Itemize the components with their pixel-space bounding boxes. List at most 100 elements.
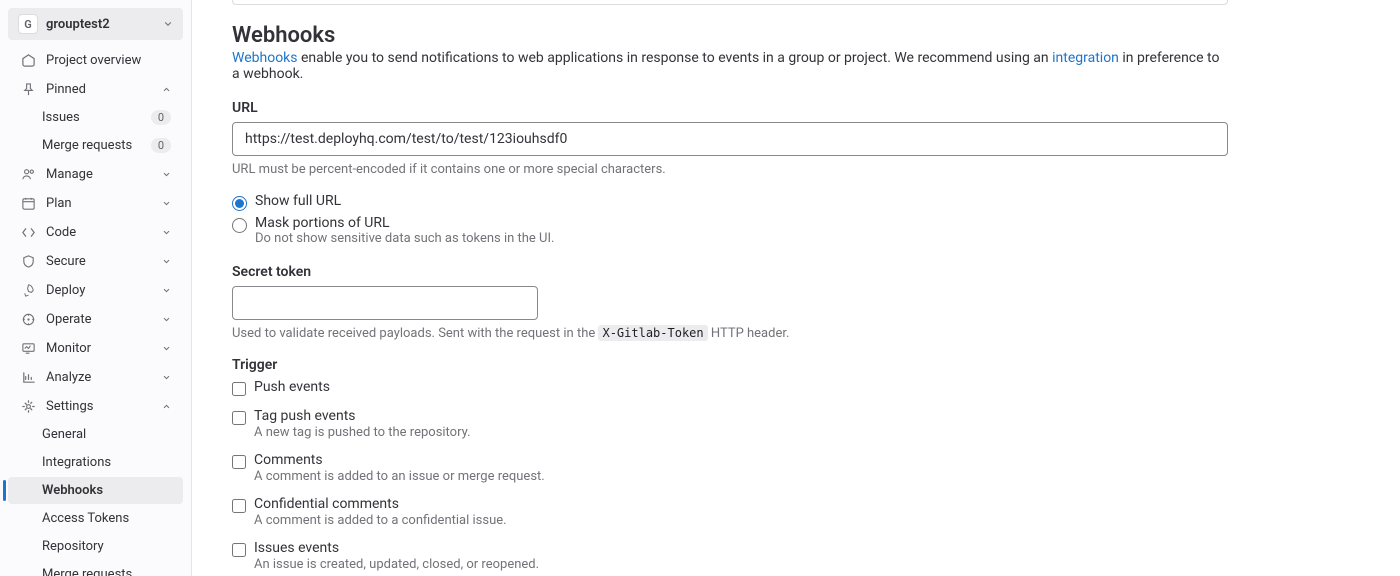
sidebar-item-overview[interactable]: Project overview	[8, 46, 183, 74]
sidebar-item-general[interactable]: General	[8, 421, 183, 448]
sidebar-item-monitor[interactable]: Monitor	[8, 334, 183, 362]
monitor-icon	[20, 340, 36, 356]
sidebar-item-label: Analyze	[46, 370, 158, 385]
gear-icon	[20, 398, 36, 414]
trigger-checkbox-3[interactable]	[232, 499, 246, 513]
chevron-down-icon	[162, 315, 171, 324]
trigger-help: A comment is added to a confidential iss…	[254, 513, 1228, 528]
sidebar-item-label: Webhooks	[42, 483, 171, 498]
desc-text: enable you to send notifications to web …	[298, 50, 1053, 66]
chevron-down-icon	[162, 199, 171, 208]
context-switcher[interactable]: G grouptest2	[8, 8, 183, 40]
webhooks-help-link[interactable]: Webhooks	[232, 50, 298, 66]
trigger-label: Push events	[254, 379, 1228, 395]
sidebar-item-label: Integrations	[42, 455, 171, 470]
chevron-down-icon	[163, 19, 173, 29]
overview-icon	[20, 52, 36, 68]
show-full-url-radio[interactable]	[232, 196, 247, 211]
chevron-up-icon	[162, 402, 171, 411]
secret-token-input[interactable]	[232, 286, 538, 320]
sidebar-item-label: Secure	[46, 254, 158, 269]
sidebar-item-label: Code	[46, 225, 158, 240]
sidebar: G grouptest2 Project overview Pinned Iss…	[0, 0, 192, 576]
rocket-icon	[20, 282, 36, 298]
sidebar-item-settings[interactable]: Settings	[8, 392, 183, 420]
trigger-label: Issues events	[254, 540, 1228, 556]
url-display-radio-group: Show full URL Mask portions of URL Do no…	[232, 191, 1228, 248]
sidebar-item-deploy[interactable]: Deploy	[8, 276, 183, 304]
count-badge: 0	[151, 138, 171, 153]
url-label: URL	[232, 100, 1228, 116]
context-avatar: G	[18, 14, 38, 34]
sidebar-item-access-tokens[interactable]: Access Tokens	[8, 505, 183, 532]
sidebar-item-label: Plan	[46, 196, 158, 211]
chart-icon	[20, 369, 36, 385]
collapsed-card	[232, 0, 1228, 5]
sidebar-item-label: Pinned	[46, 82, 158, 97]
sidebar-item-label: Project overview	[46, 53, 171, 68]
sidebar-item-secure[interactable]: Secure	[8, 247, 183, 275]
sidebar-item-integrations[interactable]: Integrations	[8, 449, 183, 476]
sidebar-item-label: Repository	[42, 539, 171, 554]
trigger-label: Trigger	[232, 357, 1228, 373]
sidebar-item-label: Settings	[46, 399, 158, 414]
shield-icon	[20, 253, 36, 269]
trigger-label: Tag push events	[254, 408, 1228, 424]
chevron-down-icon	[162, 344, 171, 353]
sidebar-item-label: Operate	[46, 312, 158, 327]
sidebar-item-issues[interactable]: Issues 0	[8, 104, 183, 131]
page-title: Webhooks	[232, 23, 1228, 48]
url-input[interactable]	[232, 122, 1228, 156]
trigger-help: An issue is created, updated, closed, or…	[254, 557, 1228, 572]
users-icon	[20, 166, 36, 182]
sidebar-item-label: Monitor	[46, 341, 158, 356]
sidebar-item-settings-merge-requests[interactable]: Merge requests	[8, 561, 183, 576]
secret-token-label: Secret token	[232, 264, 1228, 280]
sidebar-item-label: General	[42, 427, 171, 442]
sidebar-item-operate[interactable]: Operate	[8, 305, 183, 333]
trigger-checkbox-0[interactable]	[232, 382, 246, 396]
radio-help: Do not show sensitive data such as token…	[255, 231, 1228, 246]
code-icon	[20, 224, 36, 240]
trigger-help: A new tag is pushed to the repository.	[254, 425, 1228, 440]
trigger-checkbox-4[interactable]	[232, 543, 246, 557]
trigger-checkbox-2[interactable]	[232, 455, 246, 469]
trigger-label: Comments	[254, 452, 1228, 468]
chevron-down-icon	[162, 170, 171, 179]
sidebar-item-repository[interactable]: Repository	[8, 533, 183, 560]
radio-label: Show full URL	[255, 193, 1228, 209]
header-code: X-Gitlab-Token	[598, 325, 707, 341]
integration-link[interactable]: integration	[1052, 50, 1119, 66]
chevron-down-icon	[162, 257, 171, 266]
sidebar-item-analyze[interactable]: Analyze	[8, 363, 183, 391]
sidebar-item-code[interactable]: Code	[8, 218, 183, 246]
sidebar-item-label: Manage	[46, 167, 158, 182]
pin-icon	[20, 81, 36, 97]
sidebar-item-label: Access Tokens	[42, 511, 171, 526]
secret-help: Used to validate received payloads. Sent…	[232, 326, 1228, 341]
sidebar-item-webhooks[interactable]: Webhooks	[8, 477, 183, 504]
sidebar-item-label: Deploy	[46, 283, 158, 298]
url-help: URL must be percent-encoded if it contai…	[232, 162, 1228, 177]
calendar-icon	[20, 195, 36, 211]
count-badge: 0	[151, 110, 171, 125]
trigger-label: Confidential comments	[254, 496, 1228, 512]
sidebar-item-label: Merge requests	[42, 138, 151, 153]
mask-url-radio[interactable]	[232, 218, 247, 233]
trigger-checkbox-1[interactable]	[232, 411, 246, 425]
chevron-down-icon	[162, 228, 171, 237]
chevron-down-icon	[162, 286, 171, 295]
sidebar-item-merge-requests[interactable]: Merge requests 0	[8, 132, 183, 159]
main-content: Webhooks Webhooks enable you to send not…	[192, 0, 1400, 576]
chevron-down-icon	[162, 373, 171, 382]
trigger-help: A comment is added to an issue or merge …	[254, 469, 1228, 484]
sidebar-item-plan[interactable]: Plan	[8, 189, 183, 217]
sidebar-section-pinned[interactable]: Pinned	[8, 75, 183, 103]
help-text: HTTP header.	[708, 326, 790, 341]
sidebar-item-manage[interactable]: Manage	[8, 160, 183, 188]
help-text: Used to validate received payloads. Sent…	[232, 326, 598, 341]
context-title: grouptest2	[46, 17, 163, 32]
chevron-up-icon	[162, 85, 171, 94]
sidebar-item-label: Issues	[42, 110, 151, 125]
operate-icon	[20, 311, 36, 327]
